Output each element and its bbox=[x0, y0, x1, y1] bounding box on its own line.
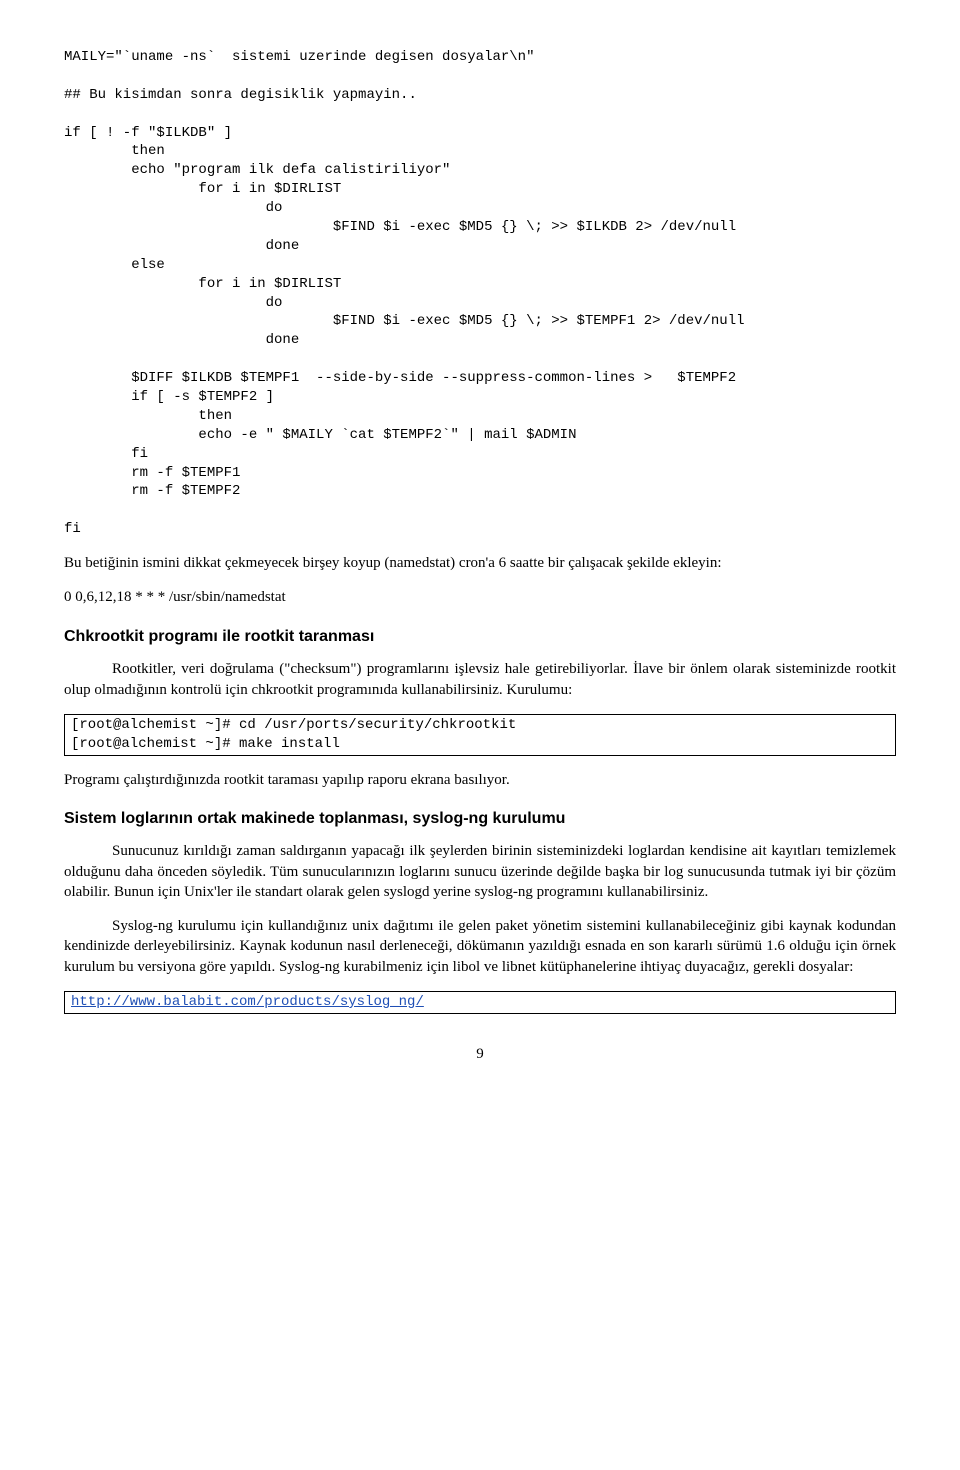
paragraph-syslog-1: Sunucunuz kırıldığı zaman saldırganın ya… bbox=[64, 841, 896, 902]
paragraph-intro: Bu betiğinin ismini dikkat çekmeyecek bi… bbox=[64, 553, 896, 573]
page-number: 9 bbox=[64, 1044, 896, 1064]
paragraph-syslog-2: Syslog-ng kurulumu için kullandığınız un… bbox=[64, 916, 896, 977]
paragraph-chkrootkit: Rootkitler, veri doğrulama ("checksum") … bbox=[64, 659, 896, 700]
script-code-block: MAILY="`uname -ns` sistemi uzerinde degi… bbox=[64, 48, 896, 539]
heading-chkrootkit: Chkrootkit programı ile rootkit taranmas… bbox=[64, 626, 896, 648]
cron-line: 0 0,6,12,18 * * * /usr/sbin/namedstat bbox=[64, 587, 896, 607]
link-box: http://www.balabit.com/products/syslog_n… bbox=[64, 991, 896, 1014]
paragraph-report: Programı çalıştırdığınızda rootkit taram… bbox=[64, 770, 896, 790]
terminal-box-chkrootkit: [root@alchemist ~]# cd /usr/ports/securi… bbox=[64, 714, 896, 756]
heading-syslog: Sistem loglarının ortak makinede toplanm… bbox=[64, 808, 896, 830]
syslog-link[interactable]: http://www.balabit.com/products/syslog_n… bbox=[71, 994, 424, 1010]
